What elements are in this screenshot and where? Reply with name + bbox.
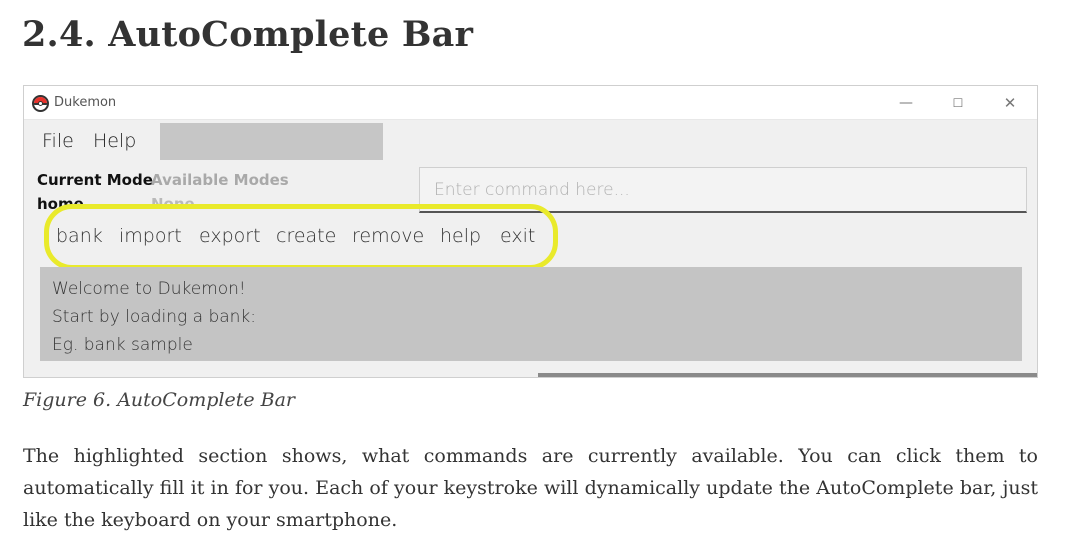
scroll-bar[interactable] bbox=[538, 373, 1037, 377]
title-bar: Dukemon — ☐ ✕ bbox=[24, 86, 1037, 120]
section-heading: 2.4. AutoComplete Bar bbox=[22, 14, 474, 55]
menu-bar: File Help bbox=[24, 121, 1037, 161]
autocomplete-export[interactable]: export bbox=[199, 225, 261, 247]
autocomplete-remove[interactable]: remove bbox=[352, 225, 424, 247]
autocomplete-import[interactable]: import bbox=[119, 225, 182, 247]
autocomplete-create[interactable]: create bbox=[276, 225, 336, 247]
menu-file[interactable]: File bbox=[42, 130, 74, 152]
autocomplete-help[interactable]: help bbox=[440, 225, 481, 247]
welcome-panel: Welcome to Dukemon! Start by loading a b… bbox=[40, 267, 1022, 361]
pokeball-icon bbox=[32, 95, 49, 112]
autocomplete-bar: bank import export create remove help ex… bbox=[44, 204, 558, 270]
available-modes-label: Available Modes bbox=[151, 171, 289, 189]
autocomplete-exit[interactable]: exit bbox=[500, 225, 535, 247]
welcome-line: Eg. bank sample bbox=[52, 335, 193, 355]
close-icon[interactable]: ✕ bbox=[998, 92, 1022, 114]
description-paragraph: The highlighted section shows, what comm… bbox=[23, 445, 1038, 531]
welcome-line: Welcome to Dukemon! bbox=[52, 279, 246, 299]
menu-placeholder bbox=[160, 123, 383, 160]
figure-caption: Figure 6. AutoComplete Bar bbox=[23, 389, 295, 411]
minimize-icon[interactable]: — bbox=[894, 92, 918, 114]
menu-help[interactable]: Help bbox=[93, 130, 136, 152]
autocomplete-bank[interactable]: bank bbox=[56, 225, 103, 247]
window-title: Dukemon bbox=[54, 95, 117, 110]
welcome-line: Start by loading a bank: bbox=[52, 307, 256, 327]
current-mode-label: Current Mode bbox=[37, 171, 153, 189]
maximize-icon[interactable]: ☐ bbox=[946, 92, 970, 114]
app-screenshot: Dukemon — ☐ ✕ File Help Current Mode hom… bbox=[23, 85, 1038, 378]
